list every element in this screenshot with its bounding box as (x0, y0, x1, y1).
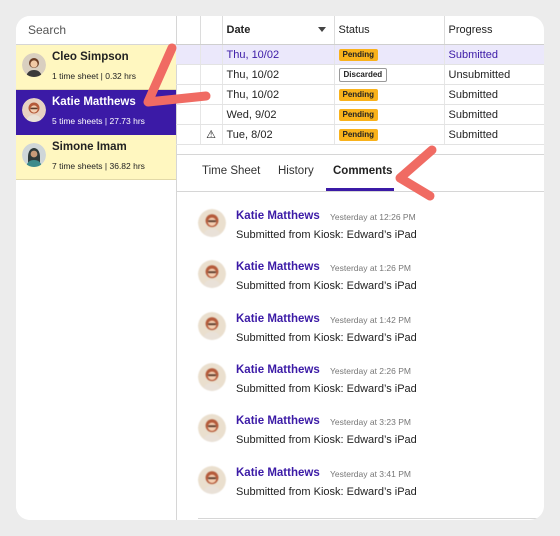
table-row[interactable]: ⚠ Tue, 8/02 Pending Submitted (176, 124, 544, 145)
row-date: Thu, 10/02 (222, 44, 335, 65)
employee-item-katie-matthews[interactable]: Katie Matthews 5 time sheets | 27.73 hrs (16, 90, 176, 135)
avatar (22, 98, 46, 122)
row-progress: Submitted (444, 44, 544, 65)
row-date: Tue, 8/02 (222, 124, 335, 145)
comment-author[interactable]: Katie Matthews (236, 313, 320, 325)
tab-time-sheet[interactable]: Time Sheet (202, 165, 260, 177)
avatar (22, 53, 46, 77)
timesheet-table: Date Status Progress Thu, 10/02 Pending … (176, 16, 544, 145)
table-row[interactable]: Thu, 10/02 Pending Submitted (176, 84, 544, 105)
table-row[interactable]: Thu, 10/02 Discarded Unsubmitted (176, 64, 544, 85)
comment-text: Submitted from Kiosk: Edward’s iPad (236, 229, 417, 241)
comment-item: Katie Matthews Yesterday at 3:23 PM Subm… (176, 396, 544, 446)
row-date: Thu, 10/02 (222, 84, 335, 105)
select-column-header (176, 16, 201, 45)
comment-text: Submitted from Kiosk: Edward’s iPad (236, 434, 417, 446)
employee-name: Katie Matthews (52, 96, 136, 108)
table-row[interactable]: Wed, 9/02 Pending Submitted (176, 104, 544, 125)
avatar (198, 260, 226, 288)
row-status: Pending (334, 44, 445, 65)
status-badge: Pending (338, 129, 379, 141)
comment-timestamp: Yesterday at 2:26 PM (330, 366, 411, 376)
comment-item: Katie Matthews Yesterday at 3:41 PM Subm… (176, 448, 544, 498)
row-warning-cell (200, 64, 223, 85)
row-select-cell[interactable] (176, 84, 201, 105)
row-date: Thu, 10/02 (222, 64, 335, 85)
row-status: Discarded (334, 64, 445, 85)
row-select-cell[interactable] (176, 124, 201, 145)
avatar (198, 209, 226, 237)
row-warning-cell (200, 84, 223, 105)
employee-item-simone-imam[interactable]: Simone Imam 7 time sheets | 36.82 hrs (16, 135, 176, 180)
employee-name: Cleo Simpson (52, 51, 129, 63)
row-select-cell[interactable] (176, 64, 201, 85)
comment-timestamp: Yesterday at 1:42 PM (330, 315, 411, 325)
comment-text: Submitted from Kiosk: Edward’s iPad (236, 486, 417, 498)
comment-text: Submitted from Kiosk: Edward’s iPad (236, 280, 417, 292)
date-header-label: Date (226, 24, 251, 36)
tab-history[interactable]: History (278, 165, 314, 177)
row-select-cell[interactable] (176, 104, 201, 125)
employee-name: Simone Imam (52, 141, 127, 153)
comment-item: Katie Matthews Yesterday at 12:26 PM Sub… (176, 191, 544, 241)
row-progress: Submitted (444, 84, 544, 105)
row-progress: Submitted (444, 104, 544, 125)
row-progress: Unsubmitted (444, 64, 544, 85)
progress-column-header[interactable]: Progress (444, 16, 544, 45)
comment-author[interactable]: Katie Matthews (236, 210, 320, 222)
avatar (198, 414, 226, 442)
row-status: Pending (334, 84, 445, 105)
comment-text: Submitted from Kiosk: Edward’s iPad (236, 332, 417, 344)
comment-timestamp: Yesterday at 1:26 PM (330, 263, 411, 273)
avatar (198, 466, 226, 494)
comment-item: Katie Matthews Yesterday at 2:26 PM Subm… (176, 345, 544, 395)
date-column-header[interactable]: Date (222, 16, 335, 45)
employee-summary: 7 time sheets | 36.82 hrs (52, 161, 145, 171)
employee-summary: 5 time sheets | 27.73 hrs (52, 116, 145, 126)
comment-item: Katie Matthews Yesterday at 1:26 PM Subm… (176, 242, 544, 292)
employee-item-cleo-simpson[interactable]: Cleo Simpson 1 time sheet | 0.32 hrs (16, 45, 176, 90)
chevron-down-icon[interactable] (317, 27, 326, 32)
avatar (198, 363, 226, 391)
detail-tabs: Time Sheet History Comments (176, 154, 544, 192)
row-status: Pending (334, 124, 445, 145)
row-warning-cell (200, 44, 223, 65)
table-header-row: Date Status Progress (176, 16, 544, 45)
row-status: Pending (334, 104, 445, 125)
avatar (22, 143, 46, 167)
app-window: Search Cleo Simpson 1 time sheet | 0.32 … (16, 16, 544, 520)
avatar (198, 312, 226, 340)
row-warning-cell (200, 104, 223, 125)
status-badge: Discarded (338, 67, 388, 82)
comment-text: Submitted from Kiosk: Edward’s iPad (236, 383, 417, 395)
search-input[interactable]: Search (16, 16, 176, 45)
comment-timestamp: Yesterday at 12:26 PM (330, 212, 416, 222)
comment-author[interactable]: Katie Matthews (236, 364, 320, 376)
row-date: Wed, 9/02 (222, 104, 335, 125)
comment-timestamp: Yesterday at 3:41 PM (330, 469, 411, 479)
warning-icon: ⚠ (200, 124, 223, 145)
row-select-cell[interactable] (176, 44, 201, 65)
comment-timestamp: Yesterday at 3:23 PM (330, 417, 411, 427)
comment-author[interactable]: Katie Matthews (236, 467, 320, 479)
status-column-header[interactable]: Status (334, 16, 445, 45)
row-progress: Submitted (444, 124, 544, 145)
comment-input-divider (198, 518, 544, 519)
status-badge: Pending (338, 109, 379, 121)
comment-author[interactable]: Katie Matthews (236, 415, 320, 427)
main-panel: Date Status Progress Thu, 10/02 Pending … (176, 16, 544, 520)
status-badge: Pending (338, 89, 379, 101)
table-row[interactable]: Thu, 10/02 Pending Submitted (176, 44, 544, 65)
employee-sidebar: Search Cleo Simpson 1 time sheet | 0.32 … (16, 16, 177, 520)
tab-comments[interactable]: Comments (333, 165, 392, 177)
warning-column-header (200, 16, 223, 45)
comment-item: Katie Matthews Yesterday at 1:42 PM Subm… (176, 294, 544, 344)
comment-author[interactable]: Katie Matthews (236, 261, 320, 273)
employee-summary: 1 time sheet | 0.32 hrs (52, 71, 136, 81)
status-badge: Pending (338, 49, 379, 61)
